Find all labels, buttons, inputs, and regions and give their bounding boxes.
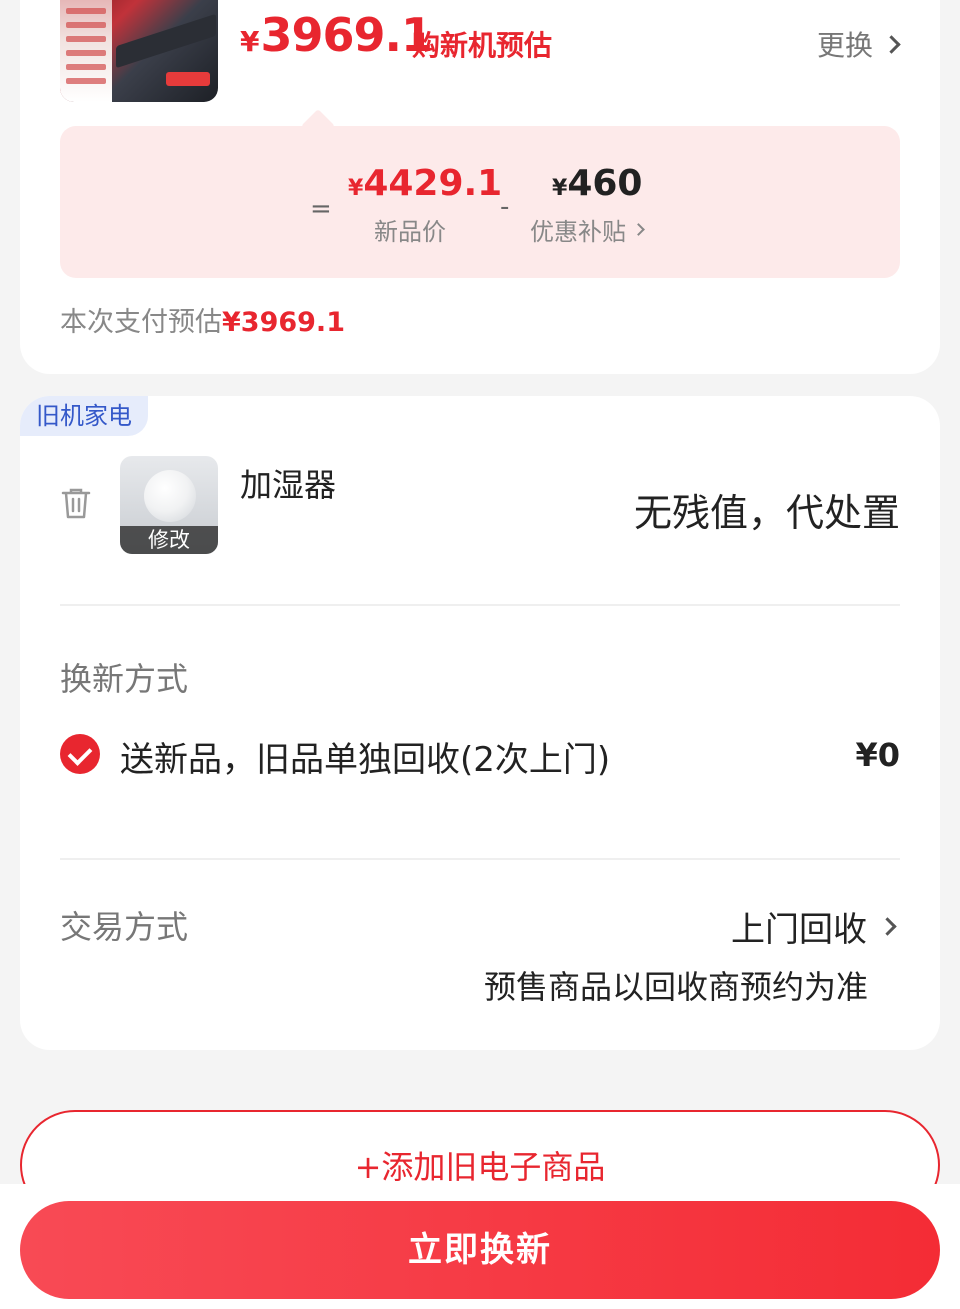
price-breakdown: = ¥4429.1 新品价 - ¥460 优惠补贴 (60, 126, 900, 278)
chevron-right-icon (882, 34, 901, 54)
new-product-card: ¥3969.1 购新机预估 更换 = ¥4429.1 新品价 - ¥460 优惠… (20, 0, 940, 374)
new-product-price-tip: 购新机预估 (412, 29, 553, 62)
replace-option-price: ¥0 (855, 736, 900, 774)
humidifier-image (144, 470, 196, 522)
chevron-right-icon (632, 223, 645, 236)
old-device-card: 旧机家电 修改 加湿器 无残值，代处置 换新方式 送新品，旧品单独回收(2次上门… (20, 396, 940, 1050)
trade-method-label: 交易方式 (60, 908, 189, 946)
divider (60, 858, 900, 860)
trade-method-note: 预售商品以回收商预约为准 (483, 968, 868, 1006)
new-product-thumbnail[interactable] (60, 0, 218, 102)
replace-method-label: 换新方式 (60, 660, 189, 698)
new-product-price: ¥3969.1 (240, 8, 433, 62)
trade-method-value: 上门回收 (731, 910, 867, 950)
new-price-value: ¥4429.1 (348, 163, 503, 204)
thumbnail-badge (166, 72, 210, 86)
trade-method-selector[interactable]: 上门回收 (731, 902, 897, 951)
subsidy-link[interactable]: 优惠补贴 (530, 212, 645, 247)
submit-trade-in-button[interactable]: 立即换新 (20, 1201, 940, 1299)
divider (60, 604, 900, 606)
trash-icon[interactable] (60, 486, 92, 520)
old-device-tag: 旧机家电 (20, 396, 148, 436)
check-circle-icon[interactable] (60, 734, 100, 774)
subsidy-value: ¥460 (552, 163, 643, 204)
minus-sign: - (500, 192, 510, 222)
old-device-thumbnail[interactable]: 修改 (120, 456, 218, 554)
edit-old-device-button[interactable]: 修改 (120, 526, 218, 554)
payment-label: 本次支付预估 (60, 307, 222, 338)
subsidy-label: 优惠补贴 (530, 218, 626, 246)
payment-amount: ¥3969.1 (222, 307, 345, 338)
change-label: 更换 (816, 29, 873, 62)
payment-estimate: 本次支付预估¥3969.1 (60, 300, 345, 339)
range-hood-image (116, 13, 216, 69)
change-product-button[interactable]: 更换 (816, 24, 901, 64)
new-price-label: 新品价 (374, 218, 446, 246)
chevron-right-icon (878, 917, 897, 936)
thumbnail-promo-strip (60, 0, 112, 102)
equals-sign: = (310, 194, 332, 224)
old-device-name: 加湿器 (240, 466, 337, 504)
replace-option-text[interactable]: 送新品，旧品单独回收(2次上门) (120, 732, 610, 781)
old-device-value: 无残值，代处置 (633, 491, 900, 535)
